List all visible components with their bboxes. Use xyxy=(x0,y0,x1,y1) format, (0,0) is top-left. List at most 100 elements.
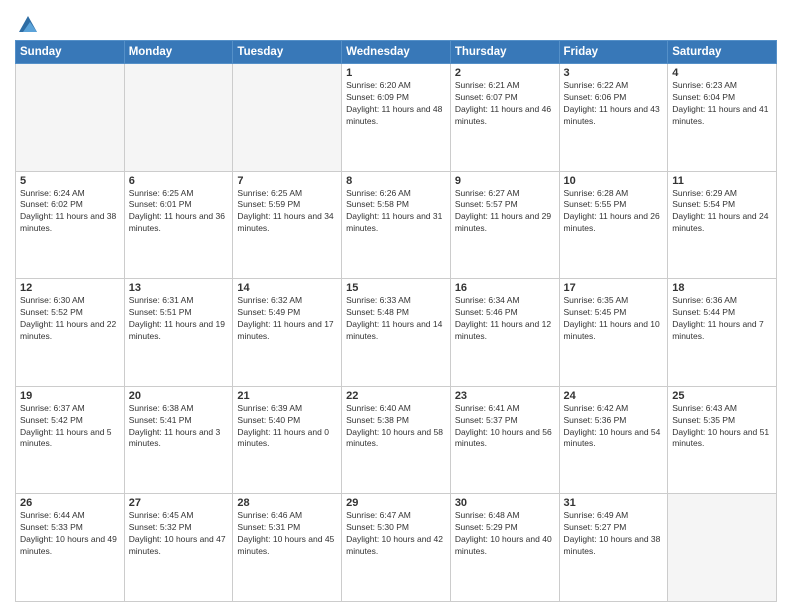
day-cell-25: 25Sunrise: 6:43 AMSunset: 5:35 PMDayligh… xyxy=(668,386,777,494)
day-cell-5: 5Sunrise: 6:24 AMSunset: 6:02 PMDaylight… xyxy=(16,171,125,279)
day-cell-17: 17Sunrise: 6:35 AMSunset: 5:45 PMDayligh… xyxy=(559,279,668,387)
day-number: 25 xyxy=(672,390,772,402)
day-cell-1: 1Sunrise: 6:20 AMSunset: 6:09 PMDaylight… xyxy=(342,64,451,172)
day-number: 2 xyxy=(455,67,555,79)
day-number: 22 xyxy=(346,390,446,402)
day-info: Sunrise: 6:41 AMSunset: 5:37 PMDaylight:… xyxy=(455,403,555,451)
day-cell-26: 26Sunrise: 6:44 AMSunset: 5:33 PMDayligh… xyxy=(16,494,125,602)
day-cell-7: 7Sunrise: 6:25 AMSunset: 5:59 PMDaylight… xyxy=(233,171,342,279)
day-cell-10: 10Sunrise: 6:28 AMSunset: 5:55 PMDayligh… xyxy=(559,171,668,279)
day-cell-30: 30Sunrise: 6:48 AMSunset: 5:29 PMDayligh… xyxy=(450,494,559,602)
week-row-1: 5Sunrise: 6:24 AMSunset: 6:02 PMDaylight… xyxy=(16,171,777,279)
day-cell-2: 2Sunrise: 6:21 AMSunset: 6:07 PMDaylight… xyxy=(450,64,559,172)
day-cell-4: 4Sunrise: 6:23 AMSunset: 6:04 PMDaylight… xyxy=(668,64,777,172)
day-info: Sunrise: 6:30 AMSunset: 5:52 PMDaylight:… xyxy=(20,295,120,343)
day-number: 31 xyxy=(564,497,664,509)
day-number: 24 xyxy=(564,390,664,402)
day-cell-29: 29Sunrise: 6:47 AMSunset: 5:30 PMDayligh… xyxy=(342,494,451,602)
day-cell-16: 16Sunrise: 6:34 AMSunset: 5:46 PMDayligh… xyxy=(450,279,559,387)
day-info: Sunrise: 6:34 AMSunset: 5:46 PMDaylight:… xyxy=(455,295,555,343)
day-number: 8 xyxy=(346,175,446,187)
day-number: 20 xyxy=(129,390,229,402)
day-info: Sunrise: 6:37 AMSunset: 5:42 PMDaylight:… xyxy=(20,403,120,451)
day-number: 27 xyxy=(129,497,229,509)
day-number: 13 xyxy=(129,282,229,294)
day-info: Sunrise: 6:42 AMSunset: 5:36 PMDaylight:… xyxy=(564,403,664,451)
day-info: Sunrise: 6:32 AMSunset: 5:49 PMDaylight:… xyxy=(237,295,337,343)
week-row-2: 12Sunrise: 6:30 AMSunset: 5:52 PMDayligh… xyxy=(16,279,777,387)
day-cell-18: 18Sunrise: 6:36 AMSunset: 5:44 PMDayligh… xyxy=(668,279,777,387)
col-header-saturday: Saturday xyxy=(668,41,777,64)
day-cell-20: 20Sunrise: 6:38 AMSunset: 5:41 PMDayligh… xyxy=(124,386,233,494)
col-header-thursday: Thursday xyxy=(450,41,559,64)
day-number: 28 xyxy=(237,497,337,509)
day-number: 16 xyxy=(455,282,555,294)
day-cell-9: 9Sunrise: 6:27 AMSunset: 5:57 PMDaylight… xyxy=(450,171,559,279)
day-info: Sunrise: 6:23 AMSunset: 6:04 PMDaylight:… xyxy=(672,80,772,128)
day-cell-8: 8Sunrise: 6:26 AMSunset: 5:58 PMDaylight… xyxy=(342,171,451,279)
day-info: Sunrise: 6:47 AMSunset: 5:30 PMDaylight:… xyxy=(346,510,446,558)
week-row-3: 19Sunrise: 6:37 AMSunset: 5:42 PMDayligh… xyxy=(16,386,777,494)
empty-cell xyxy=(233,64,342,172)
logo-icon xyxy=(17,14,39,36)
day-info: Sunrise: 6:46 AMSunset: 5:31 PMDaylight:… xyxy=(237,510,337,558)
day-number: 15 xyxy=(346,282,446,294)
day-cell-21: 21Sunrise: 6:39 AMSunset: 5:40 PMDayligh… xyxy=(233,386,342,494)
day-cell-12: 12Sunrise: 6:30 AMSunset: 5:52 PMDayligh… xyxy=(16,279,125,387)
day-number: 19 xyxy=(20,390,120,402)
week-row-0: 1Sunrise: 6:20 AMSunset: 6:09 PMDaylight… xyxy=(16,64,777,172)
day-number: 3 xyxy=(564,67,664,79)
day-info: Sunrise: 6:45 AMSunset: 5:32 PMDaylight:… xyxy=(129,510,229,558)
day-number: 17 xyxy=(564,282,664,294)
day-cell-31: 31Sunrise: 6:49 AMSunset: 5:27 PMDayligh… xyxy=(559,494,668,602)
week-row-4: 26Sunrise: 6:44 AMSunset: 5:33 PMDayligh… xyxy=(16,494,777,602)
page: SundayMondayTuesdayWednesdayThursdayFrid… xyxy=(0,0,792,612)
day-info: Sunrise: 6:49 AMSunset: 5:27 PMDaylight:… xyxy=(564,510,664,558)
col-header-friday: Friday xyxy=(559,41,668,64)
day-info: Sunrise: 6:48 AMSunset: 5:29 PMDaylight:… xyxy=(455,510,555,558)
day-info: Sunrise: 6:24 AMSunset: 6:02 PMDaylight:… xyxy=(20,188,120,236)
day-number: 4 xyxy=(672,67,772,79)
day-number: 7 xyxy=(237,175,337,187)
day-number: 26 xyxy=(20,497,120,509)
calendar: SundayMondayTuesdayWednesdayThursdayFrid… xyxy=(15,40,777,602)
empty-cell xyxy=(124,64,233,172)
day-info: Sunrise: 6:38 AMSunset: 5:41 PMDaylight:… xyxy=(129,403,229,451)
day-info: Sunrise: 6:40 AMSunset: 5:38 PMDaylight:… xyxy=(346,403,446,451)
day-number: 9 xyxy=(455,175,555,187)
day-cell-14: 14Sunrise: 6:32 AMSunset: 5:49 PMDayligh… xyxy=(233,279,342,387)
day-number: 29 xyxy=(346,497,446,509)
day-info: Sunrise: 6:21 AMSunset: 6:07 PMDaylight:… xyxy=(455,80,555,128)
day-number: 1 xyxy=(346,67,446,79)
day-info: Sunrise: 6:35 AMSunset: 5:45 PMDaylight:… xyxy=(564,295,664,343)
day-info: Sunrise: 6:26 AMSunset: 5:58 PMDaylight:… xyxy=(346,188,446,236)
col-header-sunday: Sunday xyxy=(16,41,125,64)
day-cell-23: 23Sunrise: 6:41 AMSunset: 5:37 PMDayligh… xyxy=(450,386,559,494)
logo xyxy=(15,14,39,34)
day-info: Sunrise: 6:43 AMSunset: 5:35 PMDaylight:… xyxy=(672,403,772,451)
day-cell-19: 19Sunrise: 6:37 AMSunset: 5:42 PMDayligh… xyxy=(16,386,125,494)
day-info: Sunrise: 6:29 AMSunset: 5:54 PMDaylight:… xyxy=(672,188,772,236)
day-number: 10 xyxy=(564,175,664,187)
day-number: 14 xyxy=(237,282,337,294)
day-cell-27: 27Sunrise: 6:45 AMSunset: 5:32 PMDayligh… xyxy=(124,494,233,602)
day-info: Sunrise: 6:39 AMSunset: 5:40 PMDaylight:… xyxy=(237,403,337,451)
day-number: 23 xyxy=(455,390,555,402)
day-cell-22: 22Sunrise: 6:40 AMSunset: 5:38 PMDayligh… xyxy=(342,386,451,494)
col-header-tuesday: Tuesday xyxy=(233,41,342,64)
day-info: Sunrise: 6:31 AMSunset: 5:51 PMDaylight:… xyxy=(129,295,229,343)
day-cell-13: 13Sunrise: 6:31 AMSunset: 5:51 PMDayligh… xyxy=(124,279,233,387)
day-info: Sunrise: 6:33 AMSunset: 5:48 PMDaylight:… xyxy=(346,295,446,343)
header xyxy=(15,10,777,34)
day-number: 12 xyxy=(20,282,120,294)
day-cell-3: 3Sunrise: 6:22 AMSunset: 6:06 PMDaylight… xyxy=(559,64,668,172)
header-row: SundayMondayTuesdayWednesdayThursdayFrid… xyxy=(16,41,777,64)
empty-cell xyxy=(16,64,125,172)
day-number: 6 xyxy=(129,175,229,187)
col-header-monday: Monday xyxy=(124,41,233,64)
day-number: 5 xyxy=(20,175,120,187)
day-cell-6: 6Sunrise: 6:25 AMSunset: 6:01 PMDaylight… xyxy=(124,171,233,279)
day-info: Sunrise: 6:22 AMSunset: 6:06 PMDaylight:… xyxy=(564,80,664,128)
day-cell-15: 15Sunrise: 6:33 AMSunset: 5:48 PMDayligh… xyxy=(342,279,451,387)
day-cell-11: 11Sunrise: 6:29 AMSunset: 5:54 PMDayligh… xyxy=(668,171,777,279)
